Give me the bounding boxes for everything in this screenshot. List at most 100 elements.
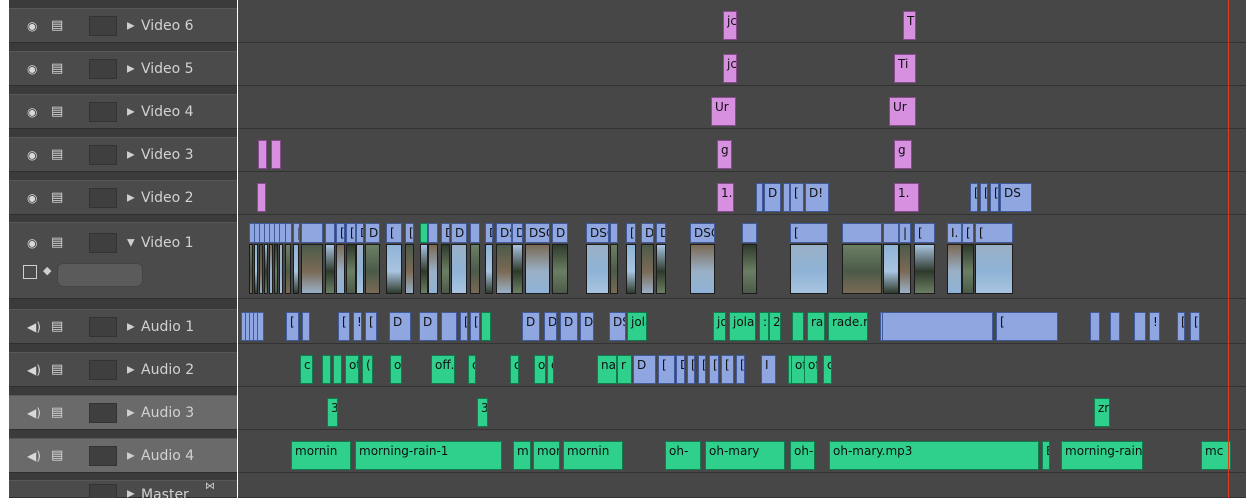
audio2-clip[interactable]: of: [804, 355, 818, 384]
eye-icon[interactable]: ◉: [27, 148, 37, 162]
audio3-clip[interactable]: 3:: [477, 398, 488, 427]
keyframe-icon[interactable]: ◆: [43, 264, 51, 277]
audio2-clip[interactable]: D: [633, 355, 656, 384]
audio2-clip[interactable]: [: [687, 355, 695, 384]
audio1-clip[interactable]: rade.m: [828, 312, 868, 341]
track-header-audio1[interactable]: ◀) ▤ ▶ Audio 1: [9, 309, 237, 344]
audio2-clip[interactable]: I: [761, 355, 776, 384]
audio3-clip[interactable]: zri: [1094, 398, 1110, 427]
audio1-clip[interactable]: jola: [729, 312, 756, 341]
track-lock-toggle[interactable]: [89, 187, 117, 208]
audio2-clip[interactable]: [: [736, 355, 745, 384]
track-lock-toggle[interactable]: [89, 15, 117, 36]
audio1-clip[interactable]: rade.m4a: [807, 312, 825, 341]
audio2-clip[interactable]: ot: [345, 355, 359, 384]
audio2-clip[interactable]: [: [658, 355, 675, 384]
video1-clip[interactable]: [: [626, 223, 636, 243]
video2-clip[interactable]: [: [980, 183, 988, 212]
audio2-clip[interactable]: (: [362, 355, 373, 384]
audio1-clip[interactable]: D: [389, 312, 411, 341]
speaker-icon[interactable]: ◀): [27, 320, 41, 334]
track-lock-toggle[interactable]: [89, 233, 117, 253]
eye-icon[interactable]: ◉: [27, 62, 37, 76]
track-header-audio3[interactable]: ◀) ▤ ▶ Audio 3: [9, 395, 237, 430]
audio2-clip[interactable]: D!: [676, 355, 685, 384]
audio1-clip[interactable]: [: [338, 312, 350, 341]
audio1-clip[interactable]: jolai: [627, 312, 647, 341]
video4-clip[interactable]: Ur: [711, 97, 736, 126]
video3-clip[interactable]: [271, 140, 281, 169]
audio2-clip[interactable]: [: [698, 355, 706, 384]
video1-clip[interactable]: [610, 223, 618, 243]
track-header-master[interactable]: ▶ Master ⋈: [9, 480, 237, 498]
track-lock-toggle[interactable]: [89, 58, 117, 79]
video1-clip[interactable]: DSC: [586, 223, 609, 243]
video2-clip[interactable]: 1.: [894, 183, 919, 212]
audio4-clip[interactable]: morning-rain-1.: [1061, 441, 1143, 470]
audio4-clip[interactable]: oh-r: [790, 441, 815, 470]
video6-clip[interactable]: jc: [723, 11, 737, 40]
expand-triangle-icon[interactable]: ▶: [127, 407, 135, 418]
track-header-audio4[interactable]: ◀) ▤ ▶ Audio 4: [9, 438, 237, 473]
expand-triangle-icon[interactable]: ▶: [127, 364, 135, 375]
track-header-video5[interactable]: ◉ ▤ ▶ Video 5: [9, 51, 237, 86]
video2-clip[interactable]: 1.: [717, 183, 734, 212]
video1-clip[interactable]: D: [441, 223, 450, 243]
video1-clip[interactable]: [: [336, 223, 345, 243]
expand-triangle-icon[interactable]: ▶: [127, 450, 135, 461]
video2-clip[interactable]: [: [790, 183, 804, 212]
lane-audio4[interactable]: mornin morning-rain-1 m mor mornin oh-oh-mary…: [238, 438, 1246, 473]
video2-clip[interactable]: [756, 183, 763, 212]
speaker-icon[interactable]: ◀): [27, 406, 41, 420]
track-header-video4[interactable]: ◉ ▤ ▶ Video 4: [9, 94, 237, 129]
audio3-clip[interactable]: 3: [327, 398, 338, 427]
lane-video2[interactable]: 1.D[D!1.[[[DS: [238, 180, 1246, 215]
track-lock-toggle[interactable]: [89, 402, 117, 423]
audio4-clip[interactable]: oh-mary.mp3: [829, 441, 1039, 470]
audio2-clip[interactable]: off: [390, 355, 402, 384]
audio1-clip[interactable]: [481, 312, 491, 341]
audio1-clip[interactable]: [302, 312, 310, 341]
sync-lock-icon[interactable]: ▤: [51, 448, 63, 463]
audio1-clip[interactable]: [1090, 312, 1100, 341]
lane-audio3[interactable]: 3 3: zri: [238, 395, 1246, 430]
playhead[interactable]: [1228, 0, 1229, 498]
video3-clip[interactable]: g: [717, 140, 732, 169]
speaker-icon[interactable]: ◀): [27, 449, 41, 463]
lane-video4[interactable]: Ur Ur: [238, 94, 1246, 129]
audio1-clip[interactable]: [792, 312, 804, 341]
track-header-video2[interactable]: ◉ ▤ ▶ Video 2: [9, 180, 237, 215]
audio1-clip[interactable]: DSC_: [580, 312, 594, 341]
sync-lock-icon[interactable]: ▤: [51, 362, 63, 377]
video3-clip[interactable]: [258, 140, 267, 169]
video2-clip[interactable]: [783, 183, 790, 212]
sync-lock-icon[interactable]: ▤: [51, 147, 63, 162]
expand-triangle-icon[interactable]: ▶: [127, 63, 135, 74]
video1-clip[interactable]: D: [485, 223, 493, 243]
sync-lock-icon[interactable]: ▤: [51, 236, 63, 250]
video5-clip[interactable]: Ti: [894, 54, 916, 83]
audio2-clip[interactable]: [333, 355, 342, 384]
audio4-clip[interactable]: mc: [1201, 441, 1231, 470]
collapse-triangle-icon[interactable]: ▼: [127, 238, 135, 249]
video1-clip[interactable]: D: [356, 223, 364, 243]
audio1-clip[interactable]: [882, 312, 993, 341]
audio1-clip[interactable]: 2: [769, 312, 781, 341]
audio1-clip[interactable]: [1110, 312, 1120, 341]
track-lock-toggle[interactable]: [89, 144, 117, 165]
audio4-clip[interactable]: morning-rain-1: [355, 441, 502, 470]
audio1-clip[interactable]: !: [353, 312, 362, 341]
video1-clip[interactable]: [: [790, 223, 828, 243]
lane-video1[interactable]: |[[DD![[DDDDSDSCDSCD!DSC[DDSC_2951.IDSC_…: [238, 222, 1246, 299]
audio2-clip[interactable]: [: [721, 355, 734, 384]
video1-clip[interactable]: [: [914, 223, 935, 243]
video2-clip[interactable]: D: [764, 183, 781, 212]
video1-clip[interactable]: [: [346, 223, 356, 243]
video1-clip[interactable]: D!: [365, 223, 380, 243]
audio4-clip[interactable]: oh-: [665, 441, 701, 470]
video1-clip[interactable]: [470, 223, 480, 243]
video1-clip[interactable]: D: [451, 223, 467, 243]
audio1-clip[interactable]: [: [460, 312, 468, 341]
audio1-clip[interactable]: [: [1190, 312, 1200, 341]
video1-clip[interactable]: DSC_2951.I: [656, 223, 666, 243]
